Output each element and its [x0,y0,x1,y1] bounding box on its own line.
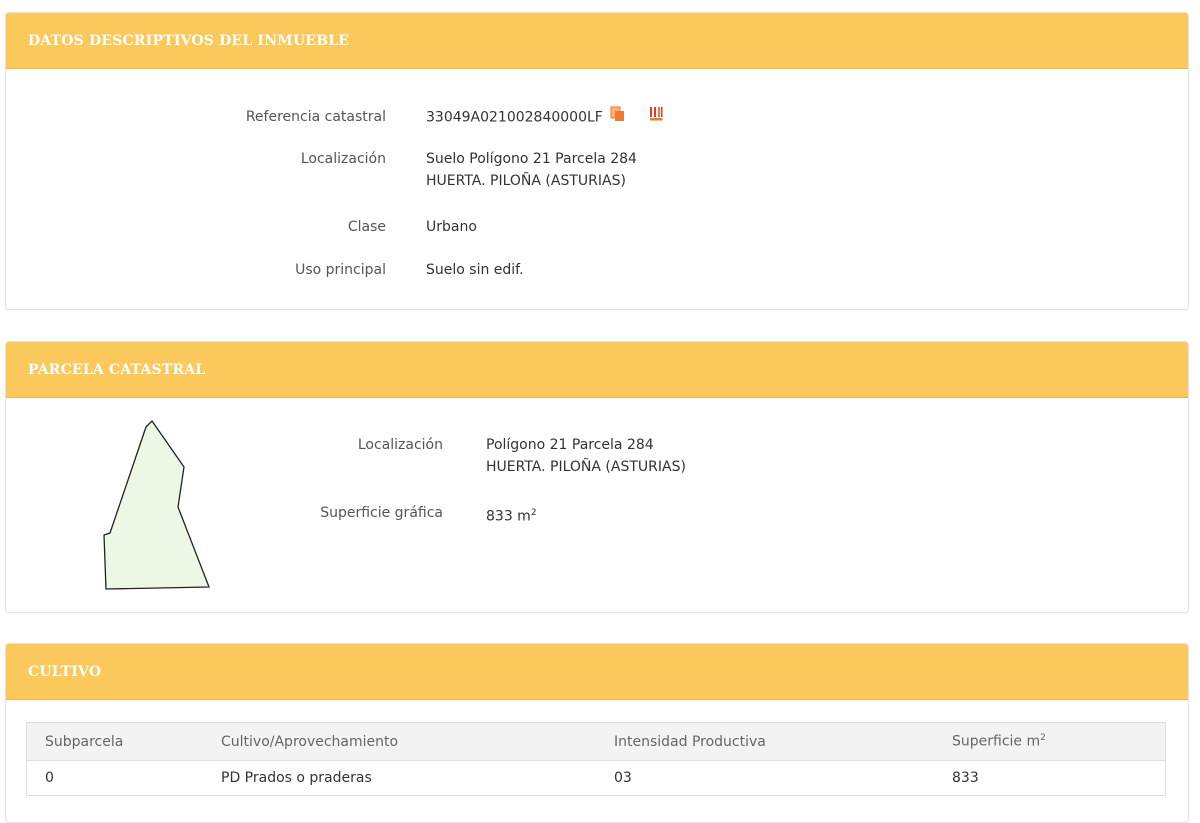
parcel-map[interactable] [96,417,221,597]
label-clase: Clase [347,219,386,235]
cell-cultivo: PD Prados o praderas [203,760,596,796]
parcela-localizacion-line-2: HUERTA. PILOÑA (ASTURIAS) [486,459,686,475]
parcela-localizacion-line-1: Polígono 21 Parcela 284 [486,437,654,453]
cell-superficie: 833 [934,760,1166,796]
label-parcela-localizacion: Localización [357,437,443,453]
cell-intensidad: 03 [596,760,934,796]
label-referencia-catastral: Referencia catastral [245,109,386,125]
col-superficie-text: Superficie m [952,733,1041,750]
label-superficie-grafica: Superficie gráfica [320,505,443,521]
panel-title: CULTIVO [28,663,102,680]
panel-header: CULTIVO [6,644,1188,700]
panel-title: DATOS DESCRIPTIVOS DEL INMUEBLE [28,32,350,49]
barcode-icon[interactable] [648,106,664,129]
panel-header: PARCELA CATASTRAL [6,342,1188,398]
col-cultivo: Cultivo/Aprovechamiento [203,722,596,761]
col-intensidad: Intensidad Productiva [596,722,934,761]
value-superficie-grafica: 833 m2 [486,502,537,528]
col-superficie-exponent: 2 [1040,733,1046,744]
label-localizacion: Localización [300,151,386,167]
col-subparcela: Subparcela [26,722,203,761]
panel-title: PARCELA CATASTRAL [28,361,206,378]
col-superficie: Superficie m2 [934,722,1166,761]
panel-datos-descriptivos: DATOS DESCRIPTIVOS DEL INMUEBLE Referenc… [5,12,1189,310]
value-clase: Urbano [426,219,477,235]
value-parcela-localizacion: Polígono 21 Parcela 284 HUERTA. PILOÑA (… [486,434,686,478]
parcel-shape [103,420,210,590]
value-localizacion: Suelo Polígono 21 Parcela 284 HUERTA. PI… [426,148,637,192]
cell-subparcela: 0 [26,760,203,796]
label-uso-principal: Uso principal [295,262,386,278]
superficie-grafica-text: 833 m [486,508,531,525]
panel-header: DATOS DESCRIPTIVOS DEL INMUEBLE [6,13,1188,69]
referencia-catastral-text[interactable]: 33049A021002840000LF [426,110,603,126]
localizacion-line-2: HUERTA. PILOÑA (ASTURIAS) [426,173,626,189]
panel-cultivo: CULTIVO Subparcela Cultivo/Aprovechamien… [5,643,1189,823]
localizacion-line-1: Suelo Polígono 21 Parcela 284 [426,151,637,167]
value-uso-principal: Suelo sin edif. [426,262,524,278]
table-header-row: Subparcela Cultivo/Aprovechamiento Inten… [26,722,1166,761]
table-row: 0 PD Prados o praderas 03 833 [26,760,1166,796]
panel-parcela-catastral: PARCELA CATASTRAL Localización Polígono … [5,341,1189,613]
copy-icon[interactable] [609,106,625,129]
value-referencia-catastral: 33049A021002840000LF [426,106,664,129]
cultivo-table: Subparcela Cultivo/Aprovechamiento Inten… [26,722,1166,796]
superficie-grafica-exponent: 2 [530,508,537,518]
